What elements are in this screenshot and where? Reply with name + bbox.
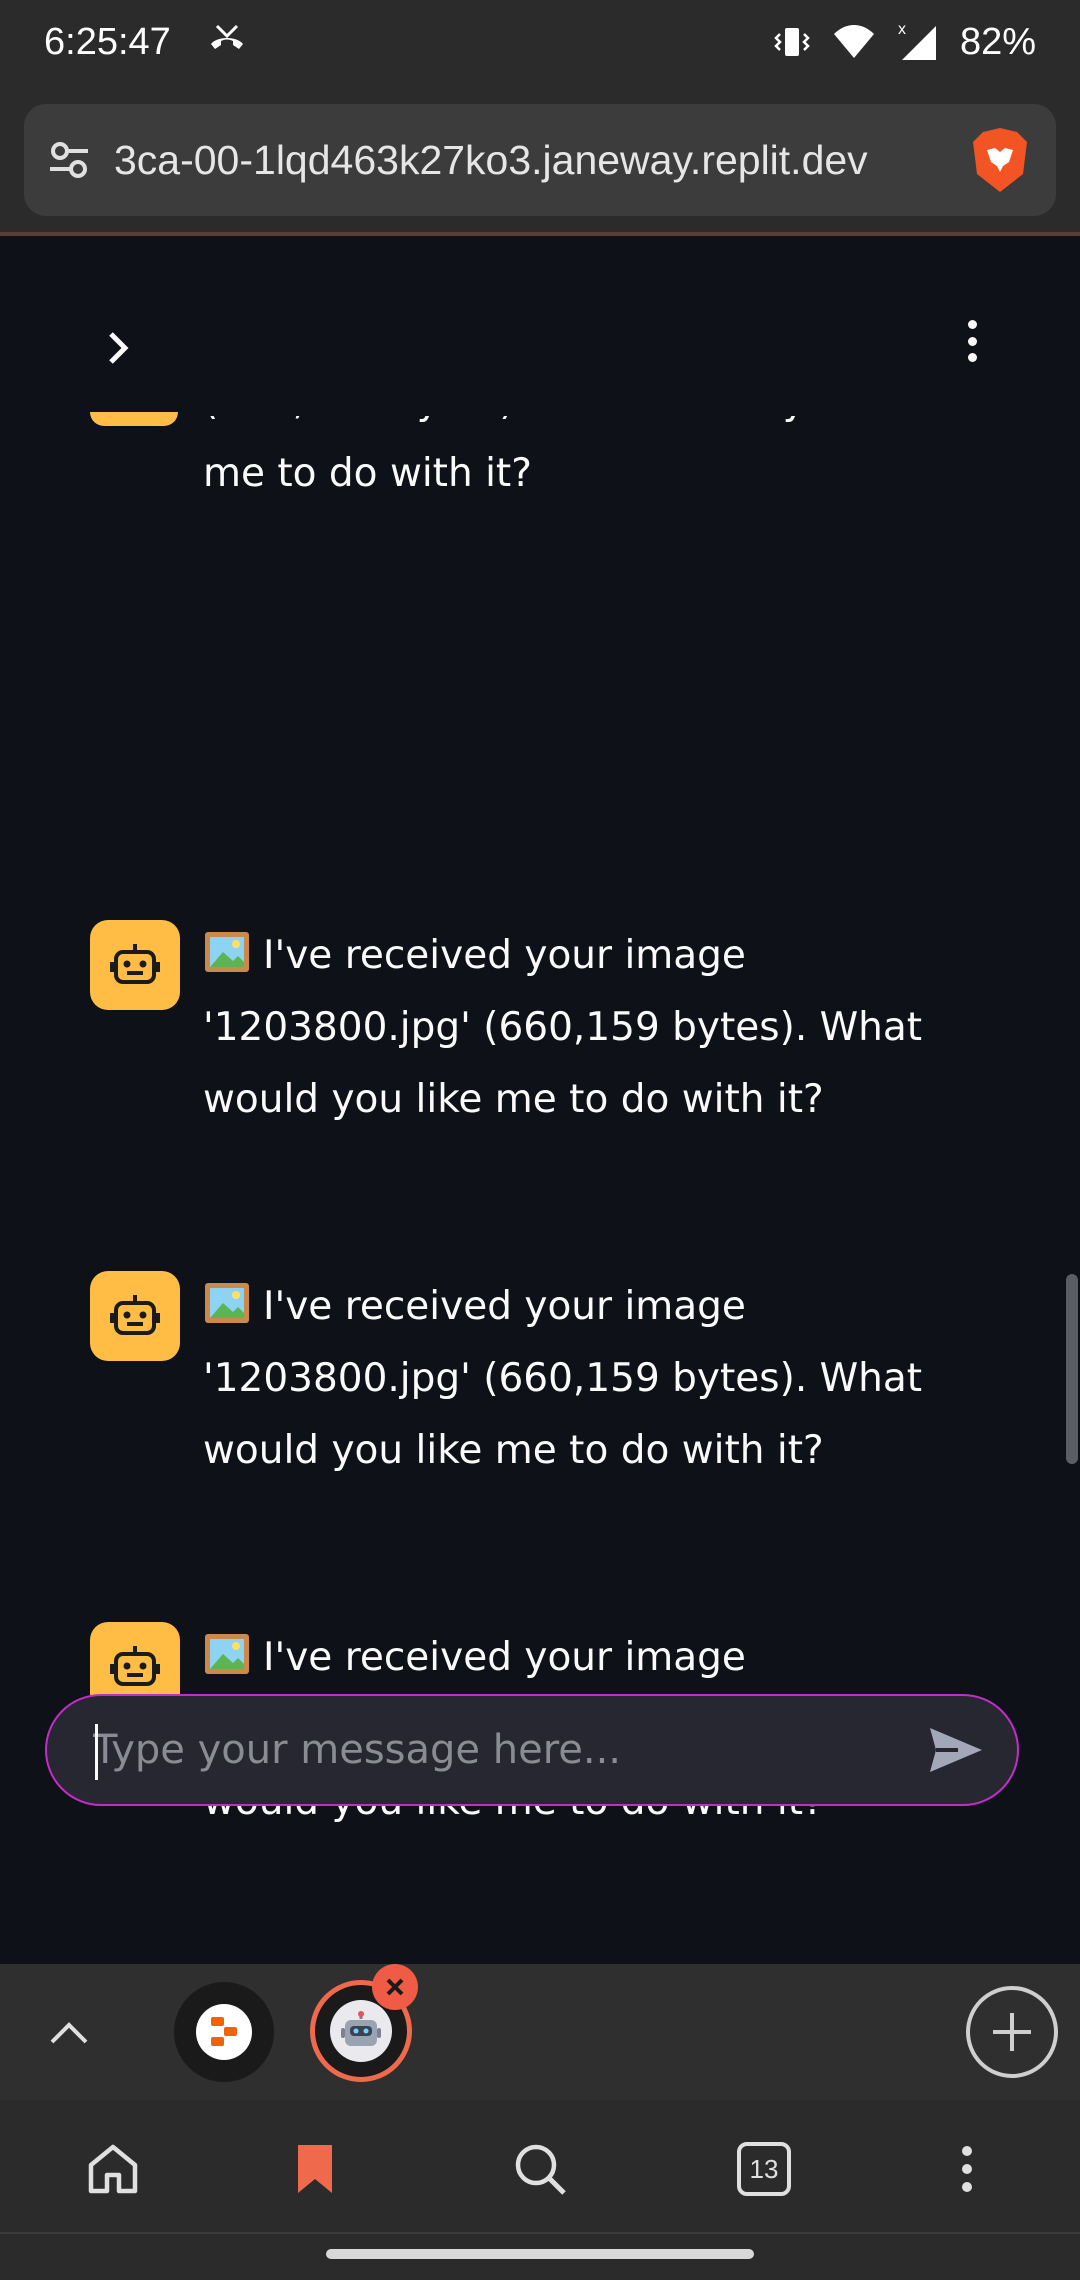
signal-icon: x	[896, 20, 940, 64]
robot-icon	[90, 1271, 180, 1361]
search-button[interactable]	[505, 2134, 575, 2204]
brave-shields-icon[interactable]	[964, 124, 1036, 196]
robot-icon	[90, 920, 180, 1010]
new-tab-button[interactable]	[966, 1986, 1058, 2078]
url-text[interactable]: 3ca-00-1lqd463k27ko3.janeway.replit.dev	[114, 137, 946, 184]
browser-url-area: 3ca-00-1lqd463k27ko3.janeway.replit.dev	[0, 84, 1080, 236]
send-button[interactable]	[925, 1719, 987, 1781]
search-icon	[515, 2144, 566, 2195]
home-indicator[interactable]	[326, 2249, 754, 2259]
missed-call-icon	[207, 21, 247, 64]
replit-icon	[196, 2004, 252, 2060]
battery-level: 82%	[959, 20, 1036, 63]
site-settings-icon[interactable]	[46, 137, 92, 183]
chat-page: (660,159 bytes). What would you like me …	[0, 236, 1080, 1964]
more-icon	[962, 2146, 972, 2192]
text-caret	[95, 1724, 98, 1780]
framed-picture-icon	[205, 1634, 249, 1674]
message-text: I've received your image '1203800.jpg' (…	[203, 933, 923, 1122]
chevron-up-icon[interactable]	[46, 2010, 92, 2056]
close-icon	[386, 1978, 404, 1996]
tab-strip	[0, 1964, 1080, 2100]
robot-emoji-icon	[330, 2000, 392, 2062]
scrollbar-thumb[interactable]	[1066, 1274, 1078, 1464]
bookmarks-button[interactable]	[280, 2134, 350, 2204]
sidebar-toggle-button[interactable]	[96, 326, 140, 370]
tabs-count: 13	[737, 2142, 791, 2196]
bookmark-icon	[298, 2145, 332, 2193]
bot-avatar-partial	[90, 412, 178, 660]
message-text: I've received your image '1203800.jpg' (…	[203, 1284, 923, 1473]
status-bar: 6:25:47 x 82%	[0, 0, 1080, 84]
framed-picture-icon	[205, 1283, 249, 1323]
close-tab-button[interactable]	[372, 1964, 418, 2010]
chat-message-input[interactable]	[93, 1727, 925, 1773]
message-body: I've received your image '1203800.jpg' (…	[203, 1271, 1003, 1487]
home-icon	[88, 2144, 138, 2194]
plus-icon	[993, 2013, 1031, 2051]
chat-input-box[interactable]	[45, 1694, 1019, 1806]
send-icon	[930, 1728, 982, 1772]
framed-picture-icon	[205, 932, 249, 972]
system-nav-bar	[0, 2234, 1080, 2280]
message-text: (660,159 bytes). What would you like me …	[203, 416, 934, 496]
tabs-button[interactable]: 13	[729, 2134, 799, 2204]
bottom-toolbar: 13	[0, 2100, 1080, 2234]
wifi-icon	[832, 22, 876, 62]
svg-text:x: x	[898, 21, 906, 38]
message-body: I've received your image '1203800.jpg' (…	[203, 920, 1003, 1136]
more-menu-button[interactable]	[932, 2134, 1002, 2204]
vibrate-icon	[772, 22, 812, 62]
chevron-right-icon	[109, 332, 129, 364]
main-menu-button[interactable]	[952, 316, 992, 366]
home-button[interactable]	[78, 2134, 148, 2204]
url-bar[interactable]: 3ca-00-1lqd463k27ko3.janeway.replit.dev	[24, 104, 1056, 216]
tab-replit[interactable]	[174, 1982, 274, 2082]
status-time: 6:25:47	[44, 20, 171, 63]
